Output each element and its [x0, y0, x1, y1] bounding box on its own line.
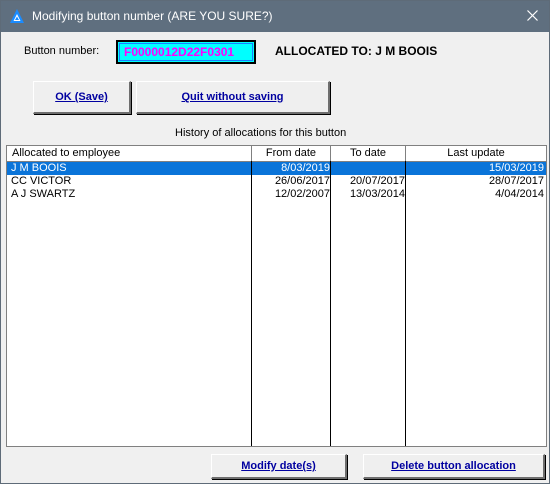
- employee-cell: CC VICTOR: [11, 175, 72, 187]
- table-row[interactable]: CC VICTOR 26/06/2017 20/07/2017 28/07/20…: [7, 175, 546, 188]
- to-date-cell: [331, 162, 405, 175]
- to-date-cell: 20/07/2017: [349, 175, 405, 187]
- column-header-last-update[interactable]: Last update: [406, 146, 546, 161]
- close-icon: [526, 9, 538, 24]
- close-button[interactable]: [515, 1, 549, 32]
- from-date-cell: 26/06/2017: [274, 175, 330, 187]
- window-title: Modifying button number (ARE YOU SURE?): [32, 9, 273, 23]
- column-divider: [251, 161, 252, 446]
- from-date-cell: 12/02/2007: [274, 188, 330, 200]
- column-header-to-date[interactable]: To date: [331, 146, 406, 161]
- delete-allocation-label: Delete button allocation: [391, 460, 516, 472]
- button-number-field[interactable]: F0000012D22F0301: [116, 40, 256, 64]
- button-number-label: Button number:: [24, 45, 100, 57]
- quit-label: Quit without saving: [181, 91, 284, 103]
- allocated-to-text: ALLOCATED TO: J M BOOIS: [275, 44, 438, 58]
- quit-without-saving-button[interactable]: Quit without saving: [136, 81, 330, 114]
- last-update-cell: 15/03/2019: [488, 162, 544, 174]
- ok-save-label: OK (Save): [55, 91, 108, 103]
- column-divider: [405, 161, 406, 446]
- table-row[interactable]: A J SWARTZ 12/02/2007 13/03/2014 4/04/20…: [7, 188, 546, 201]
- button-number-value: F0000012D22F0301: [119, 43, 253, 61]
- column-divider: [330, 161, 331, 446]
- to-date-cell: 13/03/2014: [349, 188, 405, 200]
- modify-dates-label: Modify date(s): [241, 460, 316, 472]
- app-triangle-icon: [9, 8, 25, 24]
- table-row[interactable]: J M BOOIS 8/03/2019 15/03/2019: [7, 162, 546, 175]
- modify-dates-button[interactable]: Modify date(s): [211, 454, 347, 479]
- ok-save-button[interactable]: OK (Save): [33, 81, 131, 114]
- column-header-employee[interactable]: Allocated to employee: [7, 146, 252, 161]
- title-bar[interactable]: Modifying button number (ARE YOU SURE?): [1, 1, 549, 32]
- column-header-from-date[interactable]: From date: [252, 146, 331, 161]
- last-update-cell: 4/04/2014: [495, 188, 544, 200]
- employee-cell: J M BOOIS: [11, 162, 67, 174]
- employee-cell: A J SWARTZ: [11, 188, 76, 200]
- from-date-cell: 8/03/2019: [281, 162, 330, 174]
- allocation-history-table[interactable]: Allocated to employee From date To date …: [6, 145, 547, 447]
- history-label: History of allocations for this button: [175, 127, 347, 139]
- last-update-cell: 28/07/2017: [488, 175, 544, 187]
- delete-allocation-button[interactable]: Delete button allocation: [363, 454, 545, 479]
- dialog-window: Modifying button number (ARE YOU SURE?) …: [0, 0, 550, 484]
- table-header: Allocated to employee From date To date …: [7, 146, 546, 162]
